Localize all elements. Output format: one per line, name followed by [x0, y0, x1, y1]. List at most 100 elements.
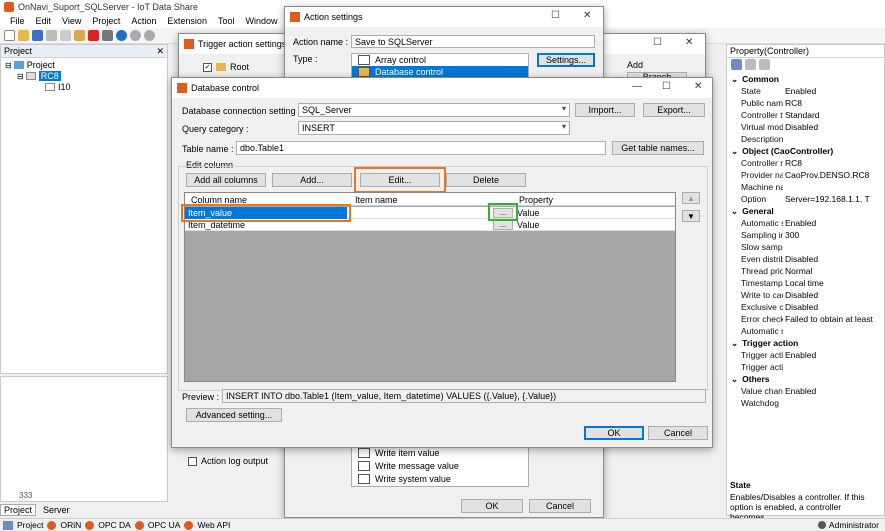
tree-node-rc8[interactable]: ⊟ RC8 [17, 71, 61, 81]
get-table-names-button[interactable]: Get table names... [612, 141, 704, 155]
menu-file[interactable]: File [6, 16, 32, 26]
db-ok-button[interactable]: OK [584, 426, 644, 440]
property-value[interactable]: 300 [783, 230, 873, 240]
property-value[interactable]: Enabled [783, 86, 873, 96]
action-name-input[interactable]: Save to SQLServer [351, 35, 595, 48]
property-row[interactable]: Slow sampling [727, 241, 885, 253]
stop-icon[interactable] [144, 30, 155, 41]
expand-icon[interactable]: ⌄ [731, 74, 738, 85]
import-button[interactable]: Import... [575, 103, 635, 117]
property-value[interactable]: Disabled [783, 290, 873, 300]
property-value[interactable]: RC8 [783, 158, 873, 168]
col-header-property[interactable]: Property [519, 195, 553, 205]
property-category[interactable]: ⌄ Trigger action [727, 337, 885, 349]
property-value[interactable]: Enabled [783, 218, 873, 228]
property-value[interactable]: CaoProv.DENSO.RC8 [783, 170, 873, 180]
property-category[interactable]: ⌄ General [727, 205, 885, 217]
type-item-array[interactable]: Array control [352, 54, 528, 66]
tab-project[interactable]: Project [0, 504, 37, 516]
property-row[interactable]: Sampling interval300 [727, 229, 885, 241]
settings-button[interactable]: Settings... [537, 53, 595, 67]
property-row[interactable]: Write to cacheDisabled [727, 289, 885, 301]
table-name-input[interactable]: dbo.Table1 [236, 141, 606, 155]
expand-icon[interactable]: ⌄ [731, 338, 738, 349]
expand-icon[interactable]: ⌄ [731, 374, 738, 385]
property-category[interactable]: ⌄ Others [727, 373, 885, 385]
export-button[interactable]: Export... [643, 103, 705, 117]
property-value[interactable]: Local time [783, 278, 873, 288]
close-icon[interactable]: ✕ [694, 81, 702, 92]
property-row[interactable]: Provider nameCaoProv.DENSO.RC8 [727, 169, 885, 181]
close-icon[interactable]: ✕ [583, 10, 591, 21]
move-down-button[interactable]: ▼ [682, 210, 700, 222]
row-property[interactable]: Value [517, 220, 539, 230]
run-icon[interactable] [116, 30, 127, 41]
new-file-icon[interactable] [4, 30, 15, 41]
tree-node-project[interactable]: ⊟ Project [5, 60, 55, 70]
property-row[interactable]: Machine name [727, 181, 885, 193]
trigger-tree-root[interactable]: ✓ Root [203, 62, 249, 72]
col-header-item-name[interactable]: Item name [355, 195, 398, 205]
property-value[interactable]: Disabled [783, 302, 873, 312]
property-value[interactable]: RC8 [783, 98, 873, 108]
row-ellipsis-button[interactable]: ... [493, 220, 513, 230]
property-row[interactable]: Error check Failed to obtain at least [727, 313, 885, 325]
row-property[interactable]: Value [517, 208, 539, 218]
collapse-icon[interactable]: ⊟ [17, 72, 24, 81]
cut-icon[interactable] [46, 30, 57, 41]
open-folder-icon[interactable] [18, 30, 29, 41]
menu-project[interactable]: Project [88, 16, 127, 26]
property-value[interactable]: Disabled [783, 122, 873, 132]
maximize-icon[interactable]: ☐ [662, 81, 671, 92]
move-up-button[interactable]: ▲ [682, 192, 700, 204]
property-value[interactable]: Enabled [783, 350, 873, 360]
property-value[interactable]: Disabled [783, 254, 873, 264]
checkbox-icon[interactable]: ✓ [203, 62, 212, 72]
collapse-icon[interactable]: ⊟ [5, 61, 12, 70]
property-category[interactable]: ⌄ Object (CaoController) [727, 145, 885, 157]
property-row[interactable]: Watchdog [727, 397, 885, 409]
copy-icon[interactable] [60, 30, 71, 41]
delete-column-button[interactable]: Delete [446, 173, 526, 187]
property-value[interactable]: Failed to obtain at least [783, 314, 873, 324]
paste-icon[interactable] [74, 30, 85, 41]
property-row[interactable]: Trigger actionEnabled [727, 349, 885, 361]
tree-node-i10[interactable]: I10 [45, 82, 71, 92]
action-ok-button[interactable]: OK [461, 499, 523, 513]
expand-icon[interactable]: ⌄ [731, 206, 738, 217]
property-row[interactable]: Automatic samplingEnabled [727, 217, 885, 229]
maximize-icon[interactable]: ☐ [551, 10, 560, 21]
property-row[interactable]: Controller nameRC8 [727, 157, 885, 169]
property-row[interactable]: Timestamp Local time [727, 277, 885, 289]
db-cancel-button[interactable]: Cancel [648, 426, 708, 440]
property-row[interactable]: Thread priorityNormal [727, 265, 885, 277]
minimize-icon[interactable]: — [632, 81, 642, 92]
property-value[interactable]: Normal [783, 266, 873, 276]
menu-action[interactable]: Action [127, 16, 163, 26]
add-all-columns-button[interactable]: Add all columns [186, 173, 266, 187]
action-log-checkbox[interactable]: Action log output [188, 456, 268, 466]
type-item-write-system[interactable]: Write system value [352, 472, 528, 485]
property-value[interactable]: Server=192.168.1.1, T [783, 194, 873, 204]
property-pages-icon[interactable] [759, 59, 770, 70]
checkbox-icon[interactable] [188, 456, 197, 466]
add-column-button[interactable]: Add... [272, 173, 352, 187]
property-row[interactable]: Description [727, 133, 885, 145]
property-row[interactable]: Public nameRC8 [727, 97, 885, 109]
save-icon[interactable] [32, 30, 43, 41]
delete-icon[interactable] [88, 30, 99, 41]
type-item-write-message[interactable]: Write message value [352, 459, 528, 472]
alphabetical-icon[interactable] [745, 59, 756, 70]
property-row[interactable]: Virtual modeDisabled [727, 121, 885, 133]
connection-select[interactable]: SQL_Server ▾ [298, 103, 570, 117]
property-value[interactable]: Standard [783, 110, 873, 120]
advanced-setting-button[interactable]: Advanced setting... [186, 408, 282, 422]
menu-tool[interactable]: Tool [214, 16, 242, 26]
menu-edit[interactable]: Edit [32, 16, 59, 26]
close-icon[interactable]: ✕ [685, 37, 693, 48]
maximize-icon[interactable]: ☐ [653, 37, 662, 48]
property-row[interactable]: Controller typeStandard [727, 109, 885, 121]
action-cancel-button[interactable]: Cancel [529, 499, 591, 513]
property-row[interactable]: State Enabled [727, 85, 885, 97]
categorized-icon[interactable] [731, 59, 742, 70]
